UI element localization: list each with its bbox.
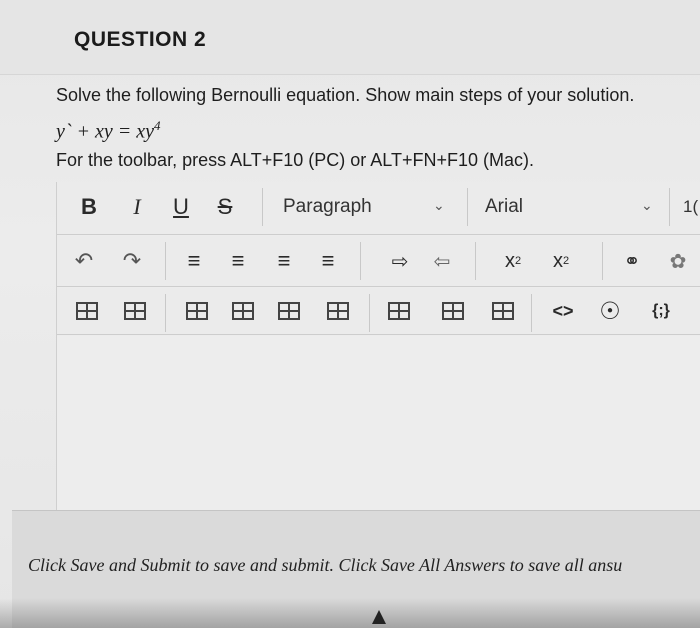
toolbar-row-formatting: B I U S Paragraph ⌄ Arial ⌄ 1( [57,182,700,235]
underline-button[interactable]: U [167,192,195,222]
toolbar-row-table: <> ☉ {;} [57,288,700,335]
toolbar-hint: For the toolbar, press ALT+F10 (PC) or A… [56,150,535,170]
delete-table-icon[interactable] [323,300,353,322]
toolbar-separator [531,294,532,332]
toolbar-separator [360,242,361,280]
indent-icon[interactable]: ⇨ [383,248,417,274]
footer-instructions: Click Save and Submit to save and submit… [28,555,623,575]
toolbar-separator [669,188,670,226]
font-family-select[interactable]: Arial [485,190,665,224]
bottom-shadow [0,598,700,628]
question-instruction: Solve the following Bernoulli equation. … [56,85,635,105]
mouse-cursor-icon [372,610,386,624]
page: QUESTION 2 Solve the following Bernoulli… [0,0,700,628]
question-header: QUESTION 2 [0,0,700,75]
toolbar-row-alignment: ↶ ↷ ≡ ≡ ≡ ≡ ⇨ ⇦ x2 x2 ⚭ ✿ [57,236,700,287]
redo-icon[interactable]: ↷ [115,248,149,274]
insert-row-icon[interactable] [229,300,257,322]
toolbar-separator [369,294,370,332]
strikethrough-button[interactable]: S [211,192,239,222]
accessibility-icon[interactable]: ☉ [595,296,625,326]
align-justify-icon[interactable]: ≡ [311,248,345,274]
align-right-icon[interactable]: ≡ [267,248,301,274]
italic-button[interactable]: I [123,192,151,222]
insert-column-icon[interactable] [275,300,303,322]
equation: y` + xy = xy4 [56,118,161,144]
merge-cells-icon[interactable] [385,300,413,322]
align-center-icon[interactable]: ≡ [221,248,255,274]
subscript-icon[interactable]: x2 [541,248,581,274]
undo-icon[interactable]: ↶ [67,248,101,274]
delete-cell-icon[interactable] [489,300,517,322]
source-code-icon[interactable]: {;} [641,298,681,324]
toolbar-separator [602,242,603,280]
rich-text-editor: B I U S Paragraph ⌄ Arial ⌄ 1( ↶ ↷ ≡ ≡ ≡… [56,182,700,512]
toolbar-separator [467,188,468,226]
align-left-icon[interactable]: ≡ [177,248,211,274]
link-icon[interactable]: ⚭ [615,248,649,274]
font-size-select[interactable]: 1( [683,190,700,224]
table-icon[interactable] [73,300,101,322]
question-title: QUESTION 2 [74,28,207,51]
toolbar-separator [475,242,476,280]
toolbar-separator [165,294,166,332]
equation-exponent: 4 [154,118,161,133]
chevron-down-icon[interactable]: ⌄ [641,197,653,214]
bold-button[interactable]: B [75,192,103,222]
toolbar-separator [165,242,166,280]
table-cell-icon[interactable] [183,300,211,322]
superscript-icon[interactable]: x2 [493,248,533,274]
chevron-down-icon[interactable]: ⌄ [433,197,445,214]
unlink-icon[interactable]: ✿ [661,248,695,274]
paragraph-select-value: Paragraph [283,196,372,217]
outdent-icon[interactable]: ⇦ [425,248,459,274]
code-icon[interactable]: <> [545,298,581,324]
table-row-icon[interactable] [121,300,149,322]
font-family-select-value: Arial [485,196,524,217]
editor-content-area[interactable] [57,336,700,512]
font-size-select-value: 1( [683,197,699,216]
split-cells-icon[interactable] [439,300,467,322]
equation-main: y` + xy = xy [56,120,155,143]
toolbar-separator [262,188,263,226]
